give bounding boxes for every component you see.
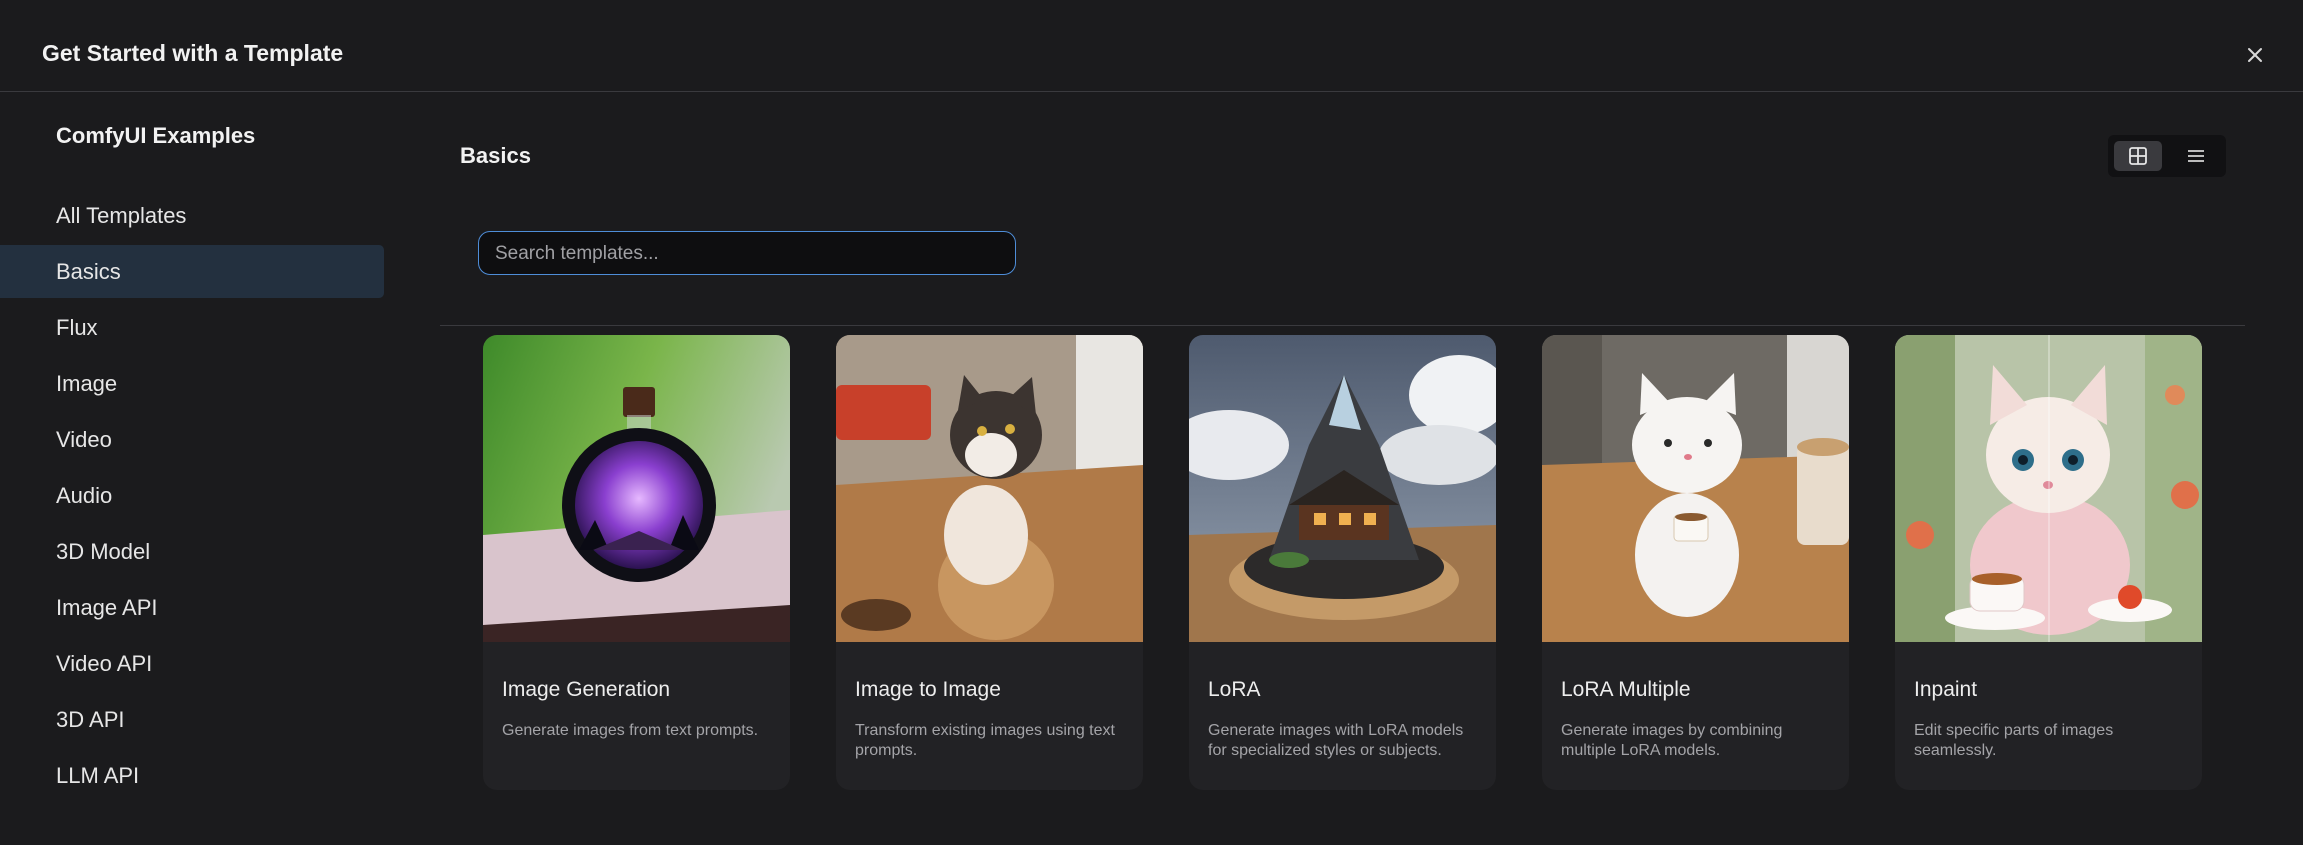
card-description: Transform existing images using text pro… xyxy=(855,722,1115,759)
card-thumbnail xyxy=(1542,335,1849,642)
template-card-image-generation[interactable]: Image Generation Generate images from te… xyxy=(483,335,790,790)
sidebar-item-audio[interactable]: Audio xyxy=(0,469,384,522)
sidebar-item-llm-api[interactable]: LLM API xyxy=(0,749,384,802)
sidebar-item-video[interactable]: Video xyxy=(0,413,384,466)
sidebar-item-3d-model[interactable]: 3D Model xyxy=(0,525,384,578)
template-card-inpaint[interactable]: Inpaint Edit specific parts of images se… xyxy=(1895,335,2202,790)
view-toggle xyxy=(2108,135,2226,177)
template-card-image-to-image[interactable]: Image to Image Transform existing images… xyxy=(836,335,1143,790)
sidebar-item-image[interactable]: Image xyxy=(0,357,384,410)
card-title: Image Generation xyxy=(502,678,671,701)
sidebar-item-flux[interactable]: Flux xyxy=(0,301,384,354)
section-title: Basics xyxy=(460,143,531,168)
sidebar-item-image-api[interactable]: Image API xyxy=(0,581,384,634)
search-box xyxy=(478,231,1016,275)
divider xyxy=(440,325,2245,326)
main-panel: Basics Search templates... Image Generat… xyxy=(440,93,2245,845)
search-input[interactable] xyxy=(493,232,1007,275)
card-thumbnail xyxy=(1895,335,2202,642)
sidebar-item-all-templates[interactable]: All Templates xyxy=(0,189,384,242)
sidebar: ComfyUI Examples All Templates Basics Fl… xyxy=(0,93,384,845)
tabby-cat-image xyxy=(836,335,1143,642)
miniature-mountain-image xyxy=(1189,335,1496,642)
template-card-lora-multiple[interactable]: LoRA Multiple Generate images by combini… xyxy=(1542,335,1849,790)
dialog-title: Get Started with a Template xyxy=(42,40,344,66)
sidebar-item-3d-api[interactable]: 3D API xyxy=(0,693,384,746)
galaxy-bottle-image xyxy=(483,335,790,642)
grid-icon xyxy=(2129,147,2147,165)
white-cat-figurine-image xyxy=(1542,335,1849,642)
list-view-button[interactable] xyxy=(2172,141,2220,171)
close-icon xyxy=(2248,48,2262,62)
template-grid: Image Generation Generate images from te… xyxy=(483,335,2223,790)
sidebar-item-basics[interactable]: Basics xyxy=(0,245,384,298)
template-card-lora[interactable]: LoRA Generate images with LoRA models fo… xyxy=(1189,335,1496,790)
close-button[interactable] xyxy=(2240,40,2270,70)
card-thumbnail xyxy=(483,335,790,642)
card-description: Generate images from text prompts. xyxy=(502,722,759,739)
list-icon xyxy=(2188,150,2204,162)
sidebar-heading: ComfyUI Examples xyxy=(56,123,256,148)
dialog-header: Get Started with a Template xyxy=(0,0,2303,92)
card-description: Generate images by combining multiple Lo… xyxy=(1561,722,1783,759)
card-title: Image to Image xyxy=(855,678,1001,701)
card-thumbnail xyxy=(1189,335,1496,642)
card-title: Inpaint xyxy=(1914,678,1978,701)
card-title: LoRA xyxy=(1208,678,1261,701)
card-description: Edit specific parts of images seamlessly… xyxy=(1914,722,2114,759)
card-description: Generate images with LoRA models for spe… xyxy=(1208,722,1464,759)
sidebar-nav: All Templates Basics Flux Image Video Au… xyxy=(0,189,384,805)
card-title: LoRA Multiple xyxy=(1561,678,1691,701)
template-dialog: Get Started with a Template ComfyUI Exam… xyxy=(0,0,2303,845)
sidebar-item-video-api[interactable]: Video API xyxy=(0,637,384,690)
card-thumbnail xyxy=(836,335,1143,642)
grid-view-button[interactable] xyxy=(2114,141,2162,171)
kitten-tea-image xyxy=(1895,335,2202,642)
